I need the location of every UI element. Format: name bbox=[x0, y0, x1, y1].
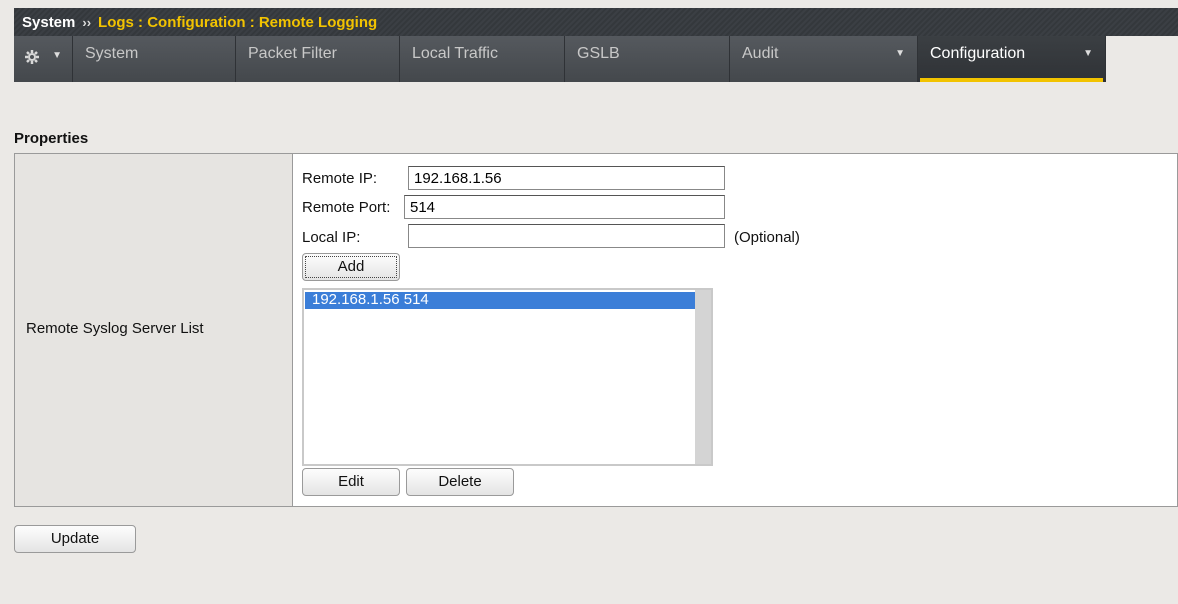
add-button[interactable]: Add bbox=[302, 253, 400, 281]
remote-syslog-server-list[interactable]: 192.168.1.56 514 bbox=[302, 288, 713, 466]
tab-bar: ▼ System Packet Filter Local Traffic GSL… bbox=[14, 36, 1178, 82]
properties-table: Remote Syslog Server List Remote IP: Rem… bbox=[14, 153, 1178, 507]
tab-local-traffic[interactable]: Local Traffic bbox=[400, 36, 565, 82]
remote-ip-input[interactable] bbox=[408, 166, 725, 190]
tab-list: ▼ System Packet Filter Local Traffic GSL… bbox=[14, 36, 1106, 82]
tab-label: Configuration bbox=[930, 45, 1026, 62]
tab-label: Local Traffic bbox=[412, 45, 498, 62]
tab-gear-menu[interactable]: ▼ bbox=[14, 36, 73, 82]
tab-label: Audit bbox=[742, 45, 779, 62]
tab-gslb[interactable]: GSLB bbox=[565, 36, 730, 82]
update-button[interactable]: Update bbox=[14, 525, 136, 553]
tab-configuration[interactable]: Configuration ▼ bbox=[918, 36, 1106, 82]
remote-ip-label: Remote IP: bbox=[302, 170, 378, 187]
section-title: Properties bbox=[14, 130, 89, 147]
local-ip-input[interactable] bbox=[408, 224, 725, 248]
list-scrollbar[interactable] bbox=[695, 290, 711, 464]
remote-port-label: Remote Port: bbox=[302, 199, 391, 216]
remote-syslog-label: Remote Syslog Server List bbox=[26, 320, 204, 337]
chevron-down-icon: ▼ bbox=[895, 48, 905, 59]
delete-button[interactable]: Delete bbox=[406, 468, 514, 496]
tab-label: GSLB bbox=[577, 45, 620, 62]
tab-system[interactable]: System bbox=[73, 36, 236, 82]
local-ip-label: Local IP: bbox=[302, 229, 361, 246]
property-label-cell: Remote Syslog Server List bbox=[15, 154, 293, 506]
tab-label: System bbox=[85, 45, 139, 62]
chevron-down-icon: ▼ bbox=[1083, 48, 1093, 59]
tab-label: Packet Filter bbox=[248, 45, 337, 62]
breadcrumb-separator: ›› bbox=[82, 14, 92, 30]
chevron-down-icon: ▼ bbox=[52, 50, 62, 61]
remote-port-input[interactable] bbox=[404, 195, 725, 219]
list-item[interactable]: 192.168.1.56 514 bbox=[305, 292, 696, 309]
tab-audit[interactable]: Audit ▼ bbox=[730, 36, 918, 82]
breadcrumb-root[interactable]: System bbox=[22, 14, 75, 31]
breadcrumb-path: Logs : Configuration : Remote Logging bbox=[98, 13, 378, 31]
optional-hint: (Optional) bbox=[734, 229, 800, 246]
tab-packet-filter[interactable]: Packet Filter bbox=[236, 36, 400, 82]
gear-icon bbox=[24, 50, 40, 69]
breadcrumb: System ›› Logs : Configuration : Remote … bbox=[14, 8, 1178, 36]
edit-button[interactable]: Edit bbox=[302, 468, 400, 496]
